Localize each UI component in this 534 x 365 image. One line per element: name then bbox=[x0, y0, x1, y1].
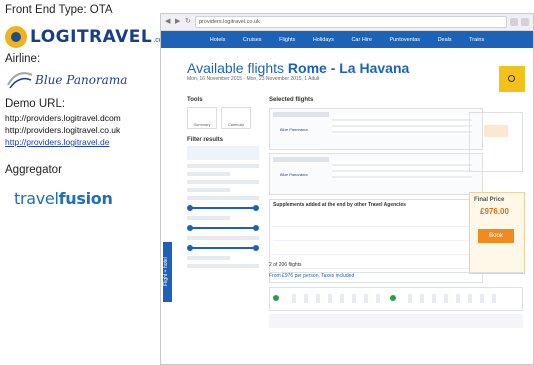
filter-row[interactable] bbox=[187, 164, 259, 168]
results-count: 2 of 206 flights bbox=[269, 262, 523, 273]
slider-handle[interactable] bbox=[187, 205, 193, 211]
travelfusion-logo-light: travel bbox=[14, 189, 59, 208]
final-price-label: Final Price bbox=[474, 197, 505, 203]
summary-button[interactable]: Summary bbox=[187, 107, 217, 129]
check-icon bbox=[273, 295, 279, 301]
final-price-value: £976.00 bbox=[480, 207, 509, 216]
departure-time-slider[interactable] bbox=[187, 205, 259, 211]
nav-deals[interactable]: Deals bbox=[438, 37, 452, 43]
book-button[interactable]: Book bbox=[478, 229, 514, 243]
selected-flights-panel: Selected flights Blue Panorama Blue Pano… bbox=[269, 94, 483, 283]
slider-handle[interactable] bbox=[253, 205, 259, 211]
page-title-prefix: Available flights bbox=[187, 60, 288, 76]
outbound-flight-card: Blue Panorama bbox=[269, 108, 483, 150]
blue-panorama-swoosh-icon bbox=[7, 72, 33, 89]
nav-flights[interactable]: Flights bbox=[279, 37, 295, 43]
page-title-route: Rome - La Havana bbox=[287, 60, 410, 76]
price-slider[interactable] bbox=[187, 245, 259, 251]
page-subtitle: Mon, 16 November 2015 - Mon, 23 November… bbox=[187, 76, 320, 82]
flight-details-table bbox=[332, 115, 472, 135]
bookmark-icon[interactable] bbox=[510, 18, 518, 26]
price-tag bbox=[484, 125, 508, 137]
menu-icon[interactable] bbox=[521, 18, 529, 26]
filter-row[interactable] bbox=[187, 264, 259, 268]
nav-puntoventas[interactable]: Puntoventas bbox=[389, 37, 420, 43]
aggregator-label: Aggregator bbox=[5, 164, 62, 176]
nav-car-hire[interactable]: Car Hire bbox=[351, 37, 371, 43]
result-note bbox=[269, 314, 523, 328]
left-info-panel: Front End Type: OTA LOGITRAVEL .com Airl… bbox=[0, 0, 168, 363]
calendar-button[interactable]: Calendar bbox=[221, 107, 251, 129]
filter-row[interactable] bbox=[187, 172, 231, 176]
check-icon bbox=[390, 295, 396, 301]
filter-row[interactable] bbox=[187, 180, 259, 184]
return-segment bbox=[400, 294, 500, 303]
browser-toolbar: ◀ ▶ ↻ providers.logitravel.co.uk bbox=[161, 14, 533, 31]
filter-row bbox=[187, 216, 231, 220]
outbound-segment bbox=[284, 294, 384, 303]
filter-row[interactable] bbox=[187, 188, 231, 192]
nav-cruises[interactable]: Cruises bbox=[243, 37, 262, 43]
logitravel-logo-text: LOGITRAVEL bbox=[30, 27, 153, 47]
front-end-type-label: Front End Type: OTA bbox=[5, 4, 113, 16]
airline-logo-small: Blue Panorama bbox=[280, 172, 308, 177]
results-list: 2 of 206 flights From £976 per person. T… bbox=[269, 262, 523, 354]
flight-details-table bbox=[332, 160, 472, 180]
filter-hint-box bbox=[187, 146, 259, 160]
result-row[interactable] bbox=[269, 287, 523, 311]
airline-logo-small: Blue Panorama bbox=[280, 127, 308, 132]
address-bar[interactable]: providers.logitravel.co.uk bbox=[195, 16, 507, 28]
tools-heading: Tools bbox=[187, 97, 203, 103]
reload-icon[interactable]: ↻ bbox=[185, 18, 191, 25]
site-nav: Hotels Cruises Flights Holidays Car Hire… bbox=[161, 31, 533, 48]
return-flight-card: Blue Panorama bbox=[269, 153, 483, 195]
airline-label: Airline: bbox=[5, 53, 41, 65]
filter-row[interactable] bbox=[187, 196, 259, 200]
demo-url-3-link[interactable]: http://providers.logitravel.de bbox=[5, 137, 109, 147]
page-title: Available flights Rome - La Havana bbox=[187, 60, 409, 76]
supplements-heading: Supplements added at the end by other Tr… bbox=[273, 202, 406, 208]
selected-flights-heading: Selected flights bbox=[269, 97, 314, 103]
logitravel-logo-mark-icon bbox=[5, 26, 27, 48]
price-box bbox=[469, 112, 523, 172]
demo-url-2: http://providers.logitravel.co.uk bbox=[5, 125, 121, 135]
return-header bbox=[273, 157, 329, 162]
slider-handle[interactable] bbox=[187, 245, 193, 251]
return-time-slider[interactable] bbox=[187, 225, 259, 231]
travelfusion-logo: travelfusion bbox=[14, 189, 113, 208]
demo-url-1: http://providers.logitravel.dcom bbox=[5, 113, 121, 123]
forward-icon[interactable]: ▶ bbox=[175, 18, 181, 25]
filter-row[interactable] bbox=[187, 256, 231, 260]
slider-handle[interactable] bbox=[253, 245, 259, 251]
nav-trains[interactable]: Trains bbox=[469, 37, 484, 43]
supplement-row[interactable] bbox=[273, 244, 472, 255]
logitravel-logo: LOGITRAVEL .com bbox=[5, 26, 168, 48]
blue-panorama-text: Blue Panorama bbox=[35, 73, 128, 87]
supplement-row[interactable] bbox=[273, 216, 472, 227]
nav-holidays[interactable]: Holidays bbox=[313, 37, 334, 43]
results-price-note: From £976 per person. Taxes included bbox=[269, 273, 355, 279]
outbound-header bbox=[273, 112, 329, 117]
booking-site-screenshot: ◀ ▶ ↻ providers.logitravel.co.uk Hotels … bbox=[160, 13, 534, 365]
demo-url-label: Demo URL: bbox=[5, 98, 66, 110]
slider-handle[interactable] bbox=[187, 225, 193, 231]
supplement-row[interactable] bbox=[273, 230, 472, 241]
tools-filter-panel: Tools Summary Calendar Filter results bbox=[187, 94, 259, 364]
filter-row bbox=[187, 236, 259, 240]
back-icon[interactable]: ◀ bbox=[165, 18, 171, 25]
travelfusion-logo-bold: fusion bbox=[58, 189, 113, 208]
flight-hotel-tab[interactable]: Flight + hotel bbox=[163, 242, 172, 302]
search-icon[interactable] bbox=[499, 66, 525, 92]
slider-handle[interactable] bbox=[253, 225, 259, 231]
filter-heading: Filter results bbox=[187, 137, 224, 143]
blue-panorama-logo: Blue Panorama bbox=[6, 69, 127, 91]
tools-buttons: Summary Calendar bbox=[187, 107, 259, 129]
nav-hotels[interactable]: Hotels bbox=[210, 37, 226, 43]
